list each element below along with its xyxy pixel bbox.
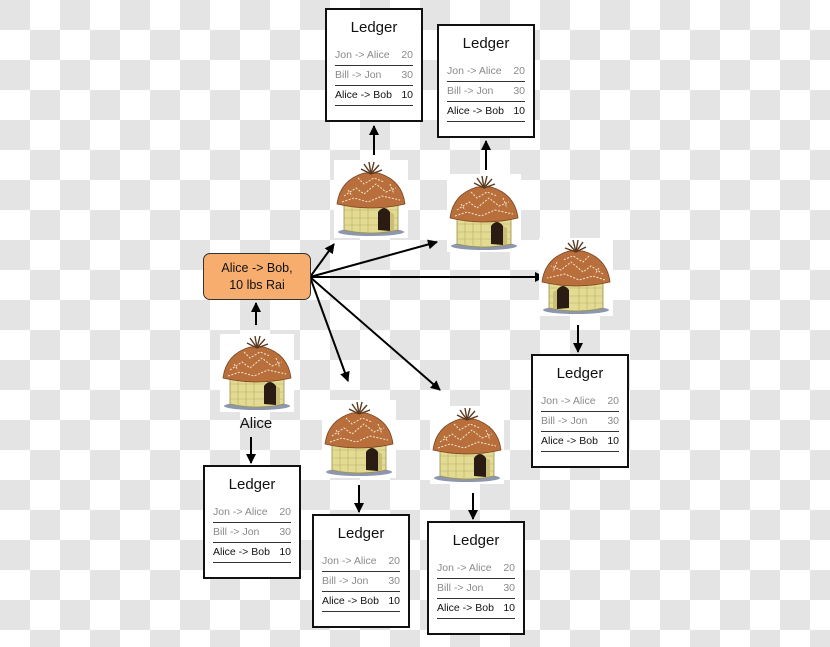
ledger-entry: Bill -> Jon <box>335 69 382 81</box>
ledger-title: Ledger <box>337 525 385 542</box>
ledger-row: Jon -> Alice 20 <box>322 552 400 572</box>
ledger-amount: 10 <box>503 602 515 614</box>
ledger-row-new: Alice -> Bob 10 <box>335 86 413 106</box>
ledger-entry: Alice -> Bob <box>447 105 504 117</box>
ledger-row-new: Alice -> Bob 10 <box>213 543 291 563</box>
ledger-amount: 10 <box>401 89 413 101</box>
ledger-row: Jon -> Alice 20 <box>541 392 619 412</box>
villager-4-ledger: Ledger Jon -> Alice 20 Bill -> Jon 30 Al… <box>312 514 410 628</box>
ledger-entry: Jon -> Alice <box>541 395 596 407</box>
ledger-amount: 30 <box>401 69 413 81</box>
ledger-entry: Bill -> Jon <box>541 415 588 427</box>
ledger-entry: Jon -> Alice <box>322 555 377 567</box>
ledger-row-new: Alice -> Bob 10 <box>447 102 525 122</box>
ledger-row: Bill -> Jon 30 <box>541 412 619 432</box>
ledger-amount: 20 <box>388 555 400 567</box>
ledger-amount: 10 <box>388 595 400 607</box>
ledger-entry: Alice -> Bob <box>213 546 270 558</box>
ledger-entry: Jon -> Alice <box>447 65 502 77</box>
ledger-entry: Jon -> Alice <box>437 562 492 574</box>
transaction-line-1: Alice -> Bob, <box>221 260 293 275</box>
ledger-row: Jon -> Alice 20 <box>335 46 413 66</box>
ledger-amount: 20 <box>401 49 413 61</box>
ledger-title: Ledger <box>556 365 604 382</box>
ledger-row-new: Alice -> Bob 10 <box>437 599 515 619</box>
alice-ledger: Ledger Jon -> Alice 20 Bill -> Jon 30 Al… <box>203 465 301 579</box>
villager-1-hut-icon <box>334 160 408 238</box>
ledger-row: Bill -> Jon 30 <box>437 579 515 599</box>
ledger-row-new: Alice -> Bob 10 <box>541 432 619 452</box>
ledger-entry: Alice -> Bob <box>335 89 392 101</box>
ledger-entry: Bill -> Jon <box>447 85 494 97</box>
ledger-amount: 20 <box>607 395 619 407</box>
ledger-entry: Alice -> Bob <box>541 435 598 447</box>
villager-1-ledger: Ledger Jon -> Alice 20 Bill -> Jon 30 Al… <box>325 8 423 122</box>
villager-5-ledger: Ledger Jon -> Alice 20 Bill -> Jon 30 Al… <box>427 521 525 635</box>
ledger-entry: Bill -> Jon <box>213 526 260 538</box>
ledger-row: Jon -> Alice 20 <box>447 62 525 82</box>
ledger-entry: Bill -> Jon <box>437 582 484 594</box>
ledger-amount: 20 <box>513 65 525 77</box>
ledger-amount: 10 <box>607 435 619 447</box>
arrow-to-villager-1 <box>309 243 335 278</box>
ledger-amount: 30 <box>607 415 619 427</box>
villager-2-hut-icon <box>447 174 521 252</box>
arrow-to-villager-2 <box>309 239 438 278</box>
ledger-row: Jon -> Alice 20 <box>213 503 291 523</box>
ledger-title: Ledger <box>350 19 398 36</box>
arrow-to-villager-4 <box>309 276 350 382</box>
ledger-amount: 20 <box>503 562 515 574</box>
ledger-title: Ledger <box>228 476 276 493</box>
transaction-box: Alice -> Bob, 10 lbs Rai <box>203 253 311 300</box>
ledger-amount: 30 <box>513 85 525 97</box>
ledger-row: Bill -> Jon 30 <box>213 523 291 543</box>
ledger-amount: 20 <box>279 506 291 518</box>
ledger-amount: 10 <box>279 546 291 558</box>
ledger-amount: 30 <box>503 582 515 594</box>
ledger-amount: 30 <box>388 575 400 587</box>
arrow-to-villager-5 <box>309 276 441 391</box>
ledger-entry: Jon -> Alice <box>335 49 390 61</box>
ledger-row: Bill -> Jon 30 <box>447 82 525 102</box>
ledger-row: Jon -> Alice 20 <box>437 559 515 579</box>
villager-3-ledger: Ledger Jon -> Alice 20 Bill -> Jon 30 Al… <box>531 354 629 468</box>
ledger-amount: 30 <box>279 526 291 538</box>
alice-hut-icon <box>220 334 294 412</box>
ledger-row: Bill -> Jon 30 <box>322 572 400 592</box>
villager-4-hut-icon <box>322 400 396 478</box>
ledger-title: Ledger <box>462 35 510 52</box>
ledger-entry: Alice -> Bob <box>322 595 379 607</box>
ledger-row: Bill -> Jon 30 <box>335 66 413 86</box>
ledger-row-new: Alice -> Bob 10 <box>322 592 400 612</box>
ledger-title: Ledger <box>452 532 500 549</box>
transaction-line-2: 10 lbs Rai <box>229 277 285 292</box>
villager-2-ledger: Ledger Jon -> Alice 20 Bill -> Jon 30 Al… <box>437 24 535 138</box>
ledger-entry: Jon -> Alice <box>213 506 268 518</box>
villager-5-hut-icon <box>430 406 504 484</box>
alice-label: Alice <box>239 415 273 432</box>
ledger-entry: Bill -> Jon <box>322 575 369 587</box>
ledger-entry: Alice -> Bob <box>437 602 494 614</box>
villager-3-hut-icon <box>539 238 613 316</box>
ledger-amount: 10 <box>513 105 525 117</box>
